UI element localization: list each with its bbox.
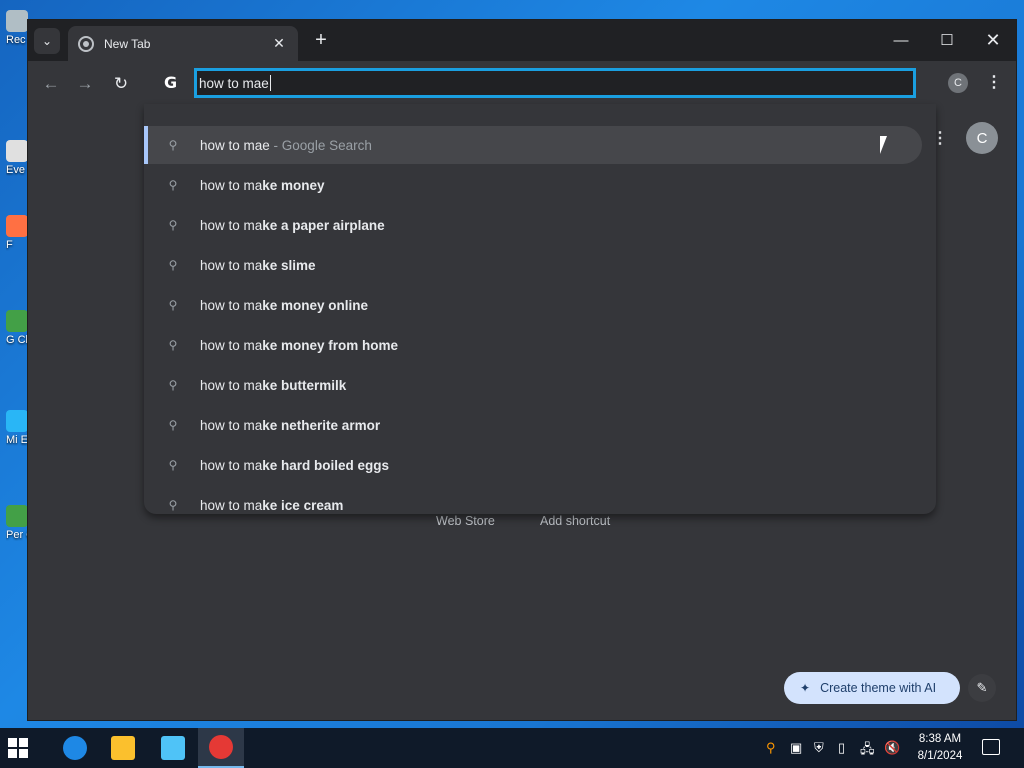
clock-time: 8:38 AM	[918, 733, 962, 745]
volume-muted-icon[interactable]: 🔇	[884, 740, 900, 756]
create-theme-label: Create theme with AI	[820, 681, 937, 695]
suggestion-completion-text: ke buttermilk	[262, 377, 347, 393]
maximize-button[interactable]: ☐	[924, 26, 970, 54]
file-explorer-icon	[111, 736, 135, 760]
suggestion-typed-text: how to ma	[200, 177, 263, 193]
search-icon: ⚲	[168, 298, 178, 312]
suggestion-completion-text: ke netherite armor	[262, 417, 381, 433]
google-logo-icon: G	[164, 73, 178, 92]
suggestion-item[interactable]: ⚲ how to ma ke money	[144, 166, 922, 204]
tab-new-tab[interactable]: New Tab ✕	[68, 26, 298, 61]
toolbar: ← → ↻ G how to mae C ⋮	[28, 61, 1016, 105]
search-icon: ⚲	[168, 338, 178, 352]
reload-button[interactable]: ↻	[108, 71, 134, 97]
text-caret	[269, 75, 271, 91]
suggestion-item[interactable]: ⚲ how to ma ke ice cream	[144, 486, 922, 524]
search-icon: ⚲	[168, 378, 178, 392]
tab-title: New Tab	[104, 36, 151, 51]
close-window-button[interactable]: ✕	[970, 26, 1016, 54]
chevron-down-icon: ⌄	[41, 34, 53, 48]
remote-desktop-icon	[161, 736, 185, 760]
title-bar: ⌄ New Tab ✕ + — ☐ ✕	[28, 20, 1016, 61]
edge-icon	[63, 736, 87, 760]
suggestion-typed-text: how to ma	[200, 217, 263, 233]
suggestion-typed-text: how to ma	[200, 497, 263, 513]
network-icon[interactable]: 🖧	[860, 740, 875, 762]
suggestion-item[interactable]: ⚲ how to ma ke money from home	[144, 326, 922, 364]
taskbar-app-edge[interactable]	[52, 728, 98, 768]
desktop-app-icon	[6, 10, 28, 32]
back-button[interactable]: ←	[38, 71, 64, 97]
search-icon: ⚲	[168, 218, 178, 232]
suggestion-completion-text: ke money from home	[262, 337, 399, 353]
omnibox-suggestions: ⚲ how to mae - Google Search ⚲ how to ma ke …	[144, 104, 936, 514]
desktop-app-icon	[6, 310, 28, 332]
desktop-app-icon	[6, 410, 28, 432]
edit-pencil-icon[interactable]: ✎	[968, 674, 996, 702]
suggestion-suffix-text: - Google Search	[269, 137, 372, 153]
suggestion-item[interactable]: ⚲ how to ma ke buttermilk	[144, 366, 922, 404]
suggestion-typed-text: how to mae	[200, 137, 270, 153]
suggestion-completion-text: ke hard boiled eggs	[262, 457, 390, 473]
taskbar-app-file-explorer[interactable]	[100, 728, 146, 768]
windows-start-icon[interactable]	[8, 738, 28, 758]
suggestion-typed-text: how to ma	[200, 417, 263, 433]
address-bar-text: how to mae	[199, 75, 269, 91]
display-tray-icon[interactable]: ▣	[790, 740, 802, 756]
account-avatar[interactable]: C	[966, 122, 998, 154]
browser-window: ⌄ New Tab ✕ + — ☐ ✕ ← → ↻ G how to mae C…	[28, 20, 1016, 720]
suggestion-typed-text: how to ma	[200, 377, 263, 393]
search-icon: ⚲	[168, 138, 178, 152]
suggestion-item[interactable]: ⚲ how to mae - Google Search	[144, 126, 922, 164]
search-icon: ⚲	[168, 498, 178, 512]
battery-icon[interactable]: ▯	[838, 740, 845, 756]
chrome-icon	[209, 735, 233, 759]
search-tray-icon[interactable]: ⚲	[766, 740, 776, 756]
suggestion-completion-text: ke a paper airplane	[262, 217, 385, 233]
tab-search-button[interactable]: ⌄	[34, 28, 60, 54]
desktop-app-icon	[6, 505, 28, 527]
suggestion-typed-text: how to ma	[200, 297, 263, 313]
suggestion-completion-text: ke money	[262, 177, 325, 193]
search-icon: ⚲	[168, 458, 178, 472]
profile-button[interactable]: C	[948, 73, 968, 93]
suggestion-completion-text: ke ice cream	[262, 497, 344, 513]
suggestion-typed-text: how to ma	[200, 337, 263, 353]
new-tab-button[interactable]: +	[310, 30, 332, 52]
security-shield-icon[interactable]: ⛨	[814, 740, 824, 756]
notification-center-icon[interactable]	[982, 739, 1000, 755]
suggestion-typed-text: how to ma	[200, 457, 263, 473]
suggestion-completion-text: ke slime	[262, 257, 316, 273]
taskbar: ⚲ ▣ ⛨ ▯ 🖧 🔇 8:38 AM 8/1/2024	[0, 728, 1024, 768]
suggestion-completion-text: ke money online	[262, 297, 369, 313]
search-icon: ⚲	[168, 178, 178, 192]
taskbar-app-chrome[interactable]	[198, 728, 244, 768]
suggestion-item[interactable]: ⚲ how to ma ke netherite armor	[144, 406, 922, 444]
desktop-app-icon	[6, 140, 28, 162]
suggestion-item[interactable]: ⚲ how to ma ke slime	[144, 246, 922, 284]
suggestion-item[interactable]: ⚲ how to ma ke money online	[144, 286, 922, 324]
tab-close-icon[interactable]: ✕	[270, 35, 288, 52]
address-bar[interactable]: how to mae	[194, 68, 916, 98]
browser-menu-button[interactable]: ⋮	[986, 73, 1002, 93]
minimize-button[interactable]: —	[878, 26, 924, 54]
taskbar-app-remote-desktop[interactable]	[150, 728, 196, 768]
forward-button[interactable]: →	[72, 71, 98, 97]
suggestion-typed-text: how to ma	[200, 257, 263, 273]
desktop-app-icon	[6, 215, 28, 237]
suggestion-item[interactable]: ⚲ how to ma ke hard boiled eggs	[144, 446, 922, 484]
create-theme-button[interactable]: ✦ Create theme with AI	[784, 672, 960, 704]
suggestion-item[interactable]: ⚲ how to ma ke a paper airplane	[144, 206, 922, 244]
sparkle-icon: ✦	[800, 681, 811, 695]
search-icon: ⚲	[168, 258, 178, 272]
clock-date: 8/1/2024	[917, 750, 963, 762]
chrome-favicon-icon	[78, 35, 94, 52]
mouse-cursor-icon	[880, 136, 892, 154]
search-icon: ⚲	[168, 418, 178, 432]
system-clock[interactable]: 8:38 AM 8/1/2024	[910, 731, 970, 765]
